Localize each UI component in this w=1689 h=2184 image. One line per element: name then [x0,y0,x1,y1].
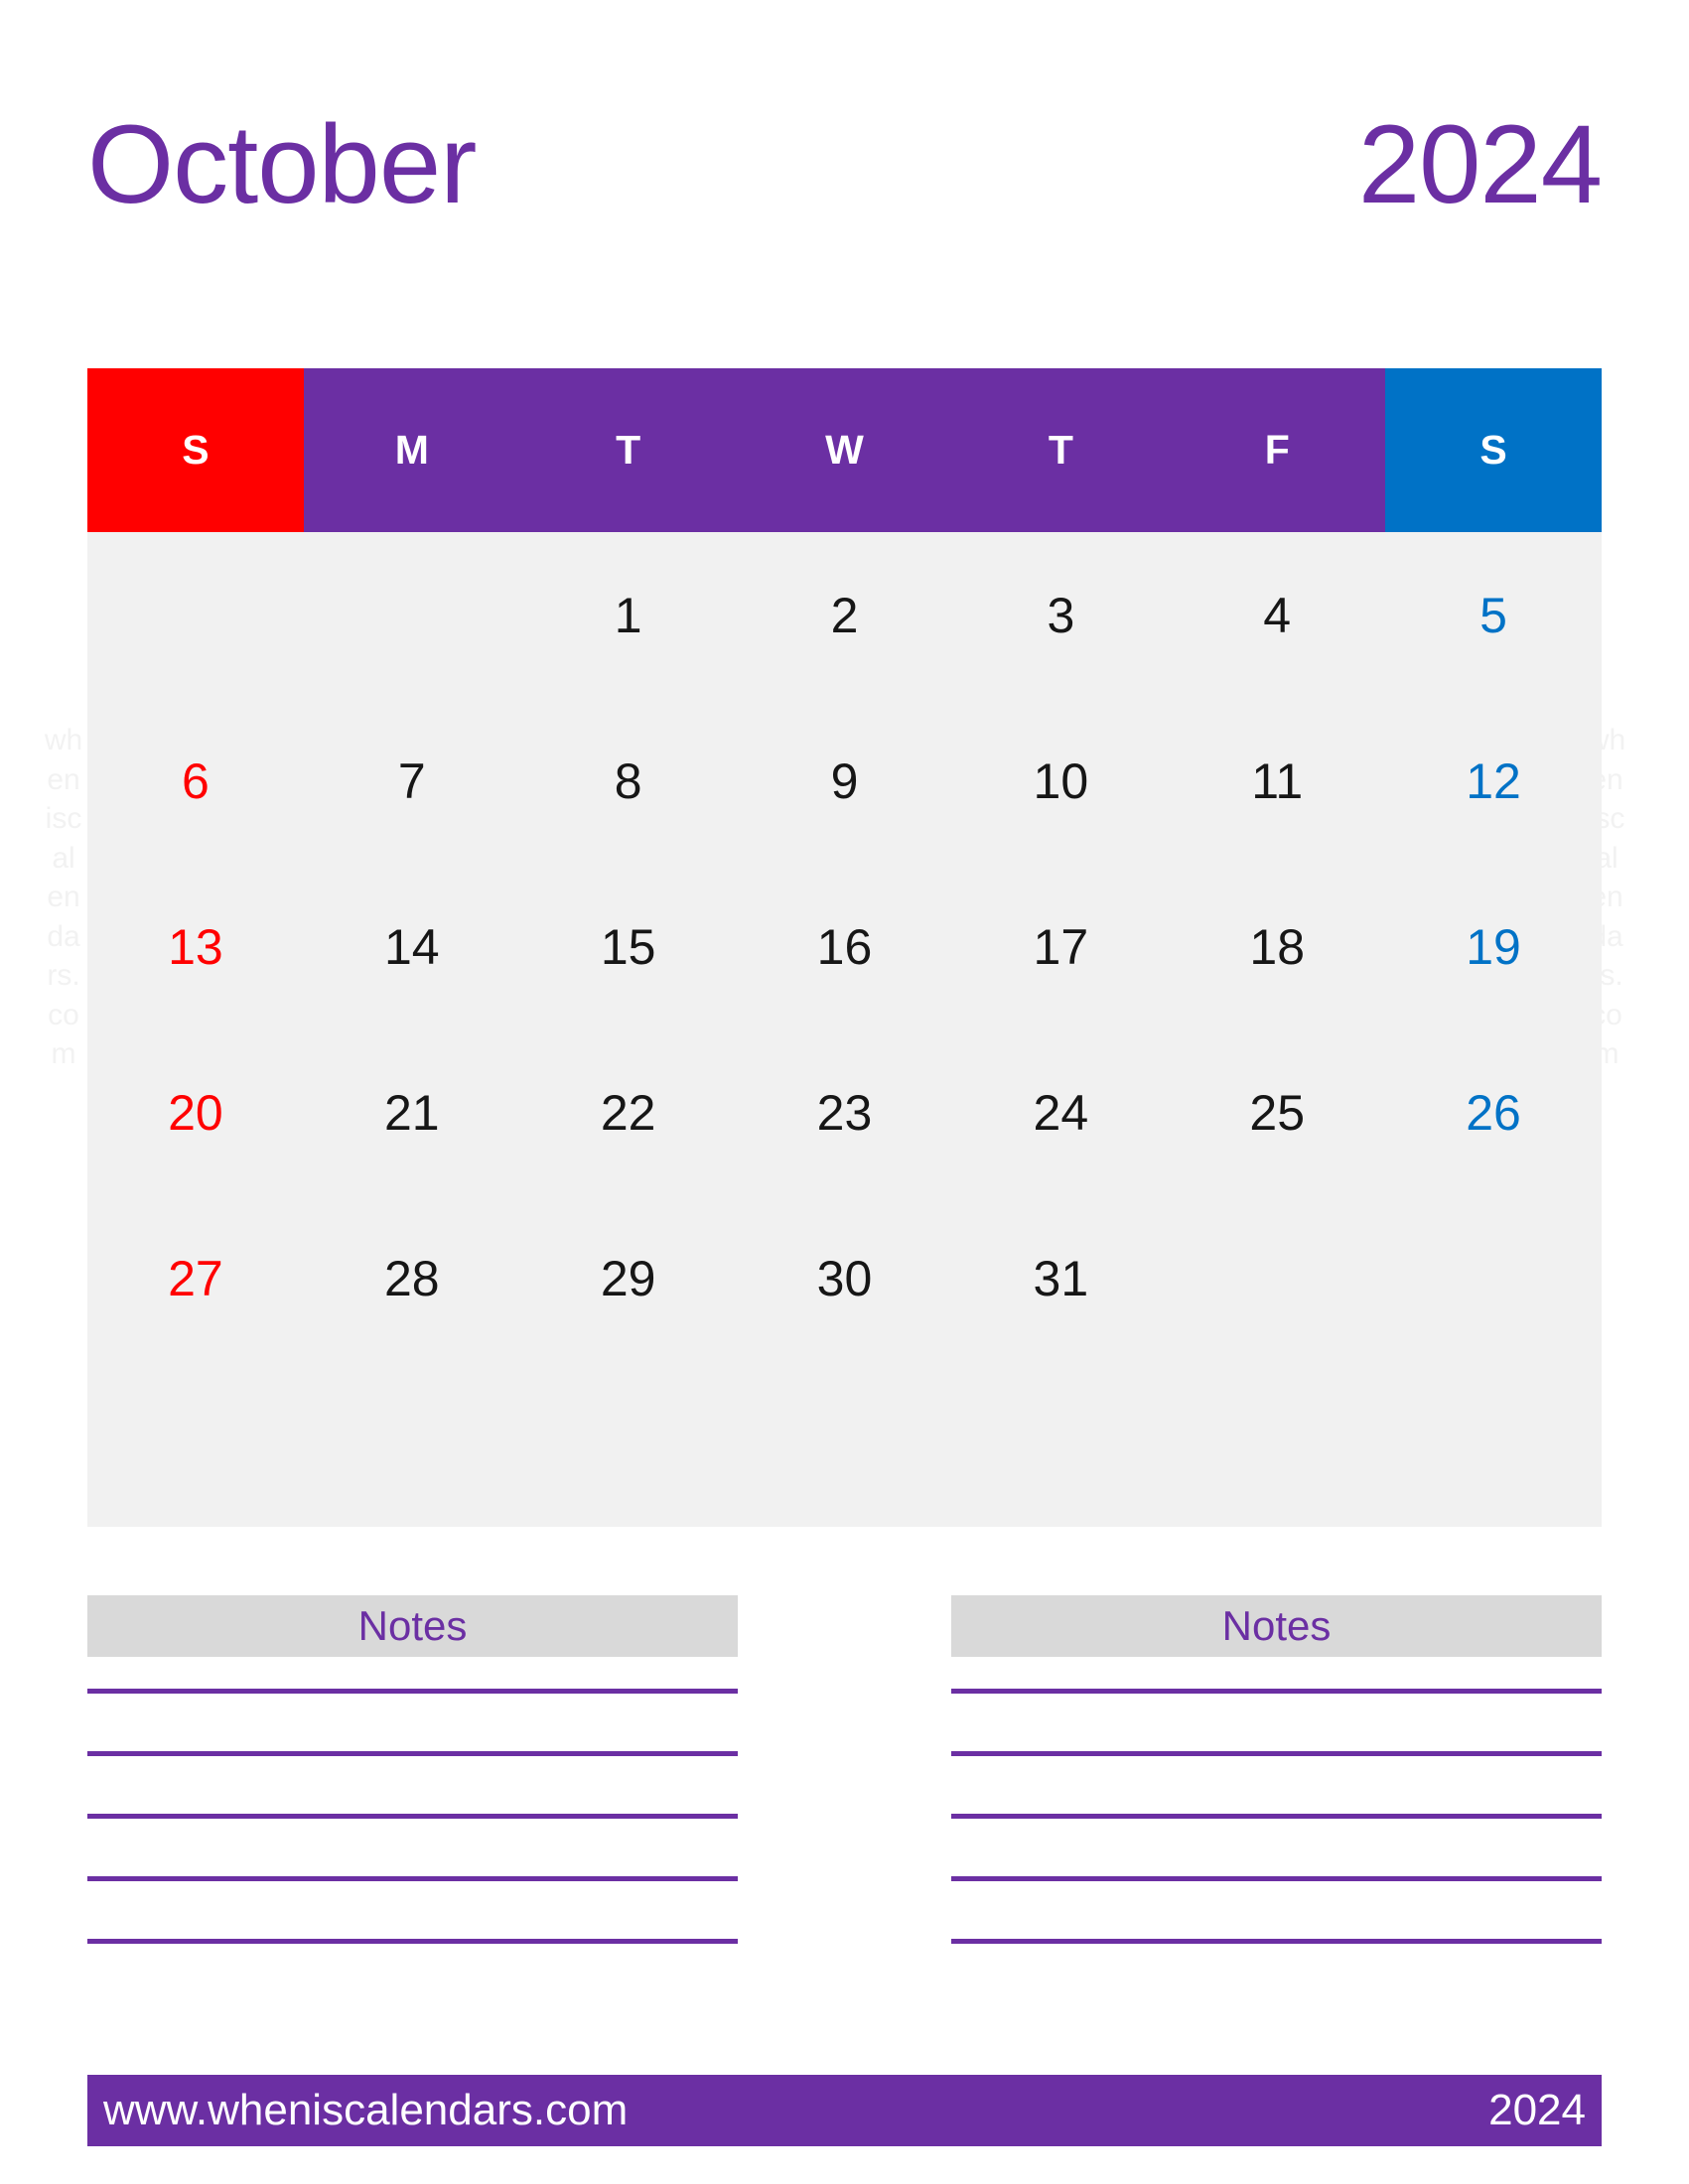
day-cell-13[interactable]: 13 [87,864,304,1029]
day-cell-27[interactable]: 27 [87,1195,304,1361]
notes-header-left: Notes [87,1595,738,1657]
day-cell-16[interactable]: 16 [736,864,953,1029]
day-cell-empty [1169,1361,1386,1527]
weekday-header-2: T [519,368,737,532]
day-cell-30[interactable]: 30 [736,1195,953,1361]
weekday-header-0: S [87,368,304,532]
day-cell-empty [1385,1361,1602,1527]
day-cell-24[interactable]: 24 [952,1029,1170,1195]
calendar-week-row: 13 14 15 16 17 18 19 [87,864,1602,1029]
notes-line[interactable] [87,1939,738,1944]
weekday-header-5: F [1169,368,1386,532]
notes-line[interactable] [951,1876,1602,1881]
notes-line[interactable] [87,1814,738,1819]
day-cell-11[interactable]: 11 [1169,698,1386,864]
day-cell-20[interactable]: 20 [87,1029,304,1195]
notes-line[interactable] [87,1751,738,1756]
notes-line[interactable] [951,1689,1602,1694]
day-cell-empty [303,532,520,698]
day-cell-22[interactable]: 22 [519,1029,737,1195]
month-name: October [87,101,477,226]
day-cell-empty [87,532,304,698]
calendar-week-row: 20 21 22 23 24 25 26 [87,1029,1602,1195]
calendar-days-body: 1 2 3 4 5 6 7 8 9 10 11 12 13 14 15 16 17 18 19 20 21 22 23 24 2… [87,532,1602,1527]
notes-header-right: Notes [951,1595,1602,1657]
calendar-week-row: 6 7 8 9 10 11 12 [87,698,1602,864]
weekday-header-1: M [303,368,520,532]
day-cell-1[interactable]: 1 [519,532,737,698]
weekday-header-4: T [952,368,1170,532]
weekday-header-6: S [1385,368,1602,532]
day-cell-23[interactable]: 23 [736,1029,953,1195]
day-cell-26[interactable]: 26 [1385,1029,1602,1195]
weekday-header-row: SMTWTFS [87,368,1602,532]
day-cell-12[interactable]: 12 [1385,698,1602,864]
day-cell-empty [736,1361,953,1527]
day-cell-empty [87,1361,304,1527]
day-cell-2[interactable]: 2 [736,532,953,698]
day-cell-14[interactable]: 14 [303,864,520,1029]
day-cell-6[interactable]: 6 [87,698,304,864]
notes-area: Notes Notes [87,1595,1602,1944]
notes-line[interactable] [87,1689,738,1694]
day-cell-15[interactable]: 15 [519,864,737,1029]
calendar-week-row: 27 28 29 30 31 [87,1195,1602,1361]
day-cell-29[interactable]: 29 [519,1195,737,1361]
day-cell-4[interactable]: 4 [1169,532,1386,698]
notes-line[interactable] [951,1751,1602,1756]
footer-bar: www.wheniscalendars.com 2024 [87,2075,1602,2146]
day-cell-19[interactable]: 19 [1385,864,1602,1029]
notes-lines-left[interactable] [87,1657,738,1944]
notes-block-left: Notes [87,1595,738,1944]
day-cell-10[interactable]: 10 [952,698,1170,864]
day-cell-9[interactable]: 9 [736,698,953,864]
day-cell-17[interactable]: 17 [952,864,1170,1029]
calendar-week-row: 12345 [87,532,1602,698]
day-cell-31[interactable]: 31 [952,1195,1170,1361]
day-cell-21[interactable]: 21 [303,1029,520,1195]
calendar-title: October 2024 [87,97,1603,231]
day-cell-8[interactable]: 8 [519,698,737,864]
year-name: 2024 [1357,101,1603,226]
calendar-page: wheniscalendars.com wheniscalendars.com … [0,0,1689,2184]
day-cell-18[interactable]: 18 [1169,864,1386,1029]
day-cell-empty [519,1361,737,1527]
footer-year: 2024 [1488,2086,1586,2134]
calendar-grid: SMTWTFS 1 2 3 4 5 6 7 8 9 10 11 12 13 14 15 16 17 18 19 20 2… [87,368,1602,1527]
watermark-left: wheniscalendars.com [44,724,83,1070]
calendar-week-row [87,1361,1602,1527]
notes-lines-right[interactable] [951,1657,1602,1944]
day-cell-25[interactable]: 25 [1169,1029,1386,1195]
weekday-header-3: W [736,368,953,532]
notes-line[interactable] [951,1814,1602,1819]
notes-line[interactable] [87,1876,738,1881]
day-cell-3[interactable]: 3 [952,532,1170,698]
notes-block-right: Notes [951,1595,1602,1944]
day-cell-empty [1385,1195,1602,1361]
footer-url[interactable]: www.wheniscalendars.com [103,2086,628,2135]
day-cell-empty [303,1361,520,1527]
day-cell-empty [952,1361,1170,1527]
day-cell-7[interactable]: 7 [303,698,520,864]
day-cell-5[interactable]: 5 [1385,532,1602,698]
day-cell-empty [1169,1195,1386,1361]
notes-line[interactable] [951,1939,1602,1944]
day-cell-28[interactable]: 28 [303,1195,520,1361]
